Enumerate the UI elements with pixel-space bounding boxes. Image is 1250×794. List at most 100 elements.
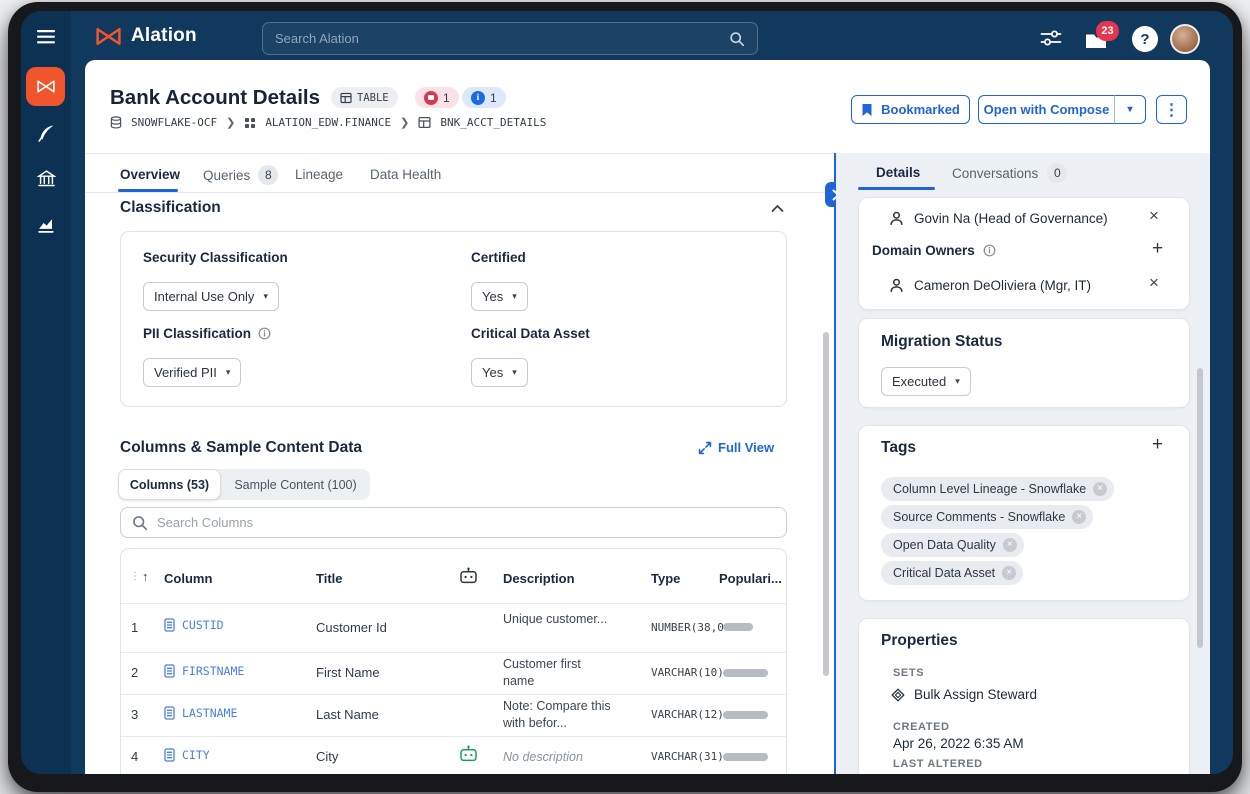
column-type: VARCHAR(12) bbox=[651, 708, 724, 721]
remove-domain-owner-button[interactable]: × bbox=[1149, 276, 1159, 290]
properties-heading: Properties bbox=[881, 632, 958, 650]
rail-item-analytics[interactable] bbox=[35, 213, 57, 235]
deprecation-flag[interactable]: 1 bbox=[415, 87, 459, 108]
caret-down-icon: ▾ bbox=[512, 367, 517, 378]
breadcrumb-schema[interactable]: ALATION_EDW.FINANCE bbox=[265, 116, 391, 129]
column-name-cell[interactable]: LASTNAME bbox=[164, 706, 237, 720]
conversations-count-badge: 0 bbox=[1047, 163, 1067, 183]
breadcrumb-table[interactable]: BNK_ACCT_DETAILS bbox=[440, 116, 546, 129]
tag[interactable]: Source Comments - Snowflake× bbox=[881, 505, 1093, 529]
info-circle-icon[interactable] bbox=[983, 244, 996, 257]
search-columns-box[interactable] bbox=[120, 507, 787, 538]
created-value: Apr 26, 2022 6:35 AM bbox=[893, 736, 1024, 751]
panel-scrollbar[interactable] bbox=[1197, 368, 1203, 648]
table-row[interactable]: 2 FIRSTNAME First Name Customer first na… bbox=[121, 652, 787, 694]
remove-tag-icon[interactable]: × bbox=[1002, 566, 1016, 580]
queries-count-badge: 8 bbox=[258, 165, 278, 185]
brand-name: Alation bbox=[131, 25, 197, 47]
inbox-button[interactable]: 23 bbox=[1085, 27, 1119, 55]
info-circle-icon[interactable] bbox=[258, 327, 271, 340]
popularity-bar bbox=[723, 623, 753, 631]
bank-icon bbox=[37, 169, 56, 188]
caret-down-icon: ▾ bbox=[512, 291, 517, 302]
tab-columns[interactable]: Columns (53) bbox=[118, 469, 221, 500]
tags-heading: Tags bbox=[881, 439, 916, 457]
table-row[interactable]: 3 LASTNAME Last Name Note: Compare this … bbox=[121, 694, 787, 736]
remove-tag-icon[interactable]: × bbox=[1093, 482, 1107, 496]
sets-value-row[interactable]: Bulk Assign Steward bbox=[891, 687, 1037, 702]
full-view-link[interactable]: Full View bbox=[698, 440, 774, 455]
critical-data-asset-label: Critical Data Asset bbox=[471, 326, 590, 341]
caret-down-icon: ▾ bbox=[263, 291, 268, 302]
open-with-compose-button[interactable]: Open with Compose bbox=[978, 95, 1114, 124]
main-scrollbar[interactable] bbox=[823, 332, 829, 676]
breadcrumb-chevron: ❯ bbox=[226, 116, 235, 129]
more-actions-button[interactable]: ⋮ bbox=[1156, 95, 1187, 124]
remove-tag-icon[interactable]: × bbox=[1072, 510, 1086, 524]
tab-overview[interactable]: Overview bbox=[120, 167, 180, 182]
compose-dropdown-button[interactable]: ▾ bbox=[1114, 95, 1146, 124]
drag-handle-icon: ⋮ bbox=[130, 571, 139, 582]
column-name-cell[interactable]: CITY bbox=[164, 748, 210, 762]
tab-conversations[interactable]: Conversations0 bbox=[952, 163, 1067, 183]
col-header-column[interactable]: Column bbox=[164, 571, 212, 586]
user-avatar[interactable] bbox=[1170, 24, 1200, 54]
tag[interactable]: Critical Data Asset× bbox=[881, 561, 1023, 585]
sort-control[interactable]: ⋮ ↑ bbox=[130, 569, 149, 584]
tab-sample-content[interactable]: Sample Content (100) bbox=[221, 469, 370, 500]
critical-data-asset-dropdown[interactable]: Yes▾ bbox=[471, 358, 528, 387]
settings-sliders-icon[interactable] bbox=[1039, 28, 1063, 48]
caret-down-icon: ▾ bbox=[226, 367, 231, 378]
add-domain-owner-button[interactable]: + bbox=[1152, 240, 1163, 258]
col-header-type[interactable]: Type bbox=[651, 571, 680, 586]
rail-item-compose[interactable] bbox=[35, 122, 57, 144]
search-icon bbox=[132, 515, 148, 531]
add-tag-button[interactable]: + bbox=[1152, 436, 1163, 454]
row-number: 4 bbox=[131, 749, 138, 764]
column-icon bbox=[164, 706, 175, 720]
column-name-cell[interactable]: CUSTID bbox=[164, 618, 224, 632]
tab-data-health[interactable]: Data Health bbox=[370, 167, 441, 182]
page-card: Bank Account Details TABLE 1 i 1 SNOWFLA… bbox=[85, 60, 1210, 774]
ai-suggestion-robot-icon[interactable] bbox=[459, 567, 478, 584]
col-header-title[interactable]: Title bbox=[316, 571, 343, 586]
tab-queries[interactable]: Queries8 bbox=[203, 165, 278, 185]
pii-classification-dropdown[interactable]: Verified PII▾ bbox=[143, 358, 241, 387]
certified-dropdown[interactable]: Yes▾ bbox=[471, 282, 528, 311]
set-diamond-icon bbox=[891, 688, 905, 702]
hamburger-menu-icon[interactable] bbox=[34, 27, 58, 47]
column-description: Note: Compare this with befor... bbox=[503, 698, 611, 732]
ai-suggested-robot-icon[interactable] bbox=[459, 745, 478, 762]
column-name-cell[interactable]: FIRSTNAME bbox=[164, 664, 244, 678]
remove-steward-button[interactable]: × bbox=[1149, 209, 1159, 223]
search-icon[interactable] bbox=[729, 31, 745, 47]
rail-item-governance[interactable] bbox=[35, 167, 57, 189]
table-row[interactable]: 4 CITY City No description VARCHAR(31) bbox=[121, 736, 787, 774]
col-header-description[interactable]: Description bbox=[503, 571, 575, 586]
tab-details[interactable]: Details bbox=[876, 165, 920, 180]
collapse-section-button[interactable] bbox=[769, 201, 785, 215]
search-columns-input[interactable] bbox=[157, 515, 775, 530]
security-classification-dropdown[interactable]: Internal Use Only▾ bbox=[143, 282, 279, 311]
col-header-popularity[interactable]: Populari... bbox=[719, 571, 782, 586]
global-search-input[interactable] bbox=[275, 31, 729, 46]
alation-bowtie-icon bbox=[95, 26, 122, 47]
tag[interactable]: Open Data Quality× bbox=[881, 533, 1024, 557]
quill-icon bbox=[37, 124, 55, 142]
rail-item-catalog-home[interactable] bbox=[26, 67, 65, 106]
help-icon[interactable]: ? bbox=[1132, 26, 1158, 52]
tab-lineage[interactable]: Lineage bbox=[295, 167, 343, 182]
remove-tag-icon[interactable]: × bbox=[1003, 538, 1017, 552]
tag[interactable]: Column Level Lineage - Snowflake× bbox=[881, 477, 1114, 501]
table-row[interactable]: 1 CUSTID Customer Id Unique customer... … bbox=[121, 603, 787, 652]
info-flag[interactable]: i 1 bbox=[462, 87, 506, 108]
bookmarked-button[interactable]: Bookmarked bbox=[851, 95, 970, 124]
main-pane: Overview Queries8 Lineage Data Health Cl… bbox=[85, 153, 835, 774]
classification-heading: Classification bbox=[120, 199, 221, 217]
brand-logo[interactable]: Alation bbox=[95, 25, 197, 47]
classification-card: Security Classification Internal Use Onl… bbox=[120, 231, 787, 407]
breadcrumb-datasource[interactable]: SNOWFLAKE-OCF bbox=[131, 116, 217, 129]
migration-status-dropdown[interactable]: Executed▾ bbox=[881, 367, 971, 396]
expand-icon bbox=[698, 441, 712, 455]
global-search[interactable] bbox=[262, 22, 758, 55]
